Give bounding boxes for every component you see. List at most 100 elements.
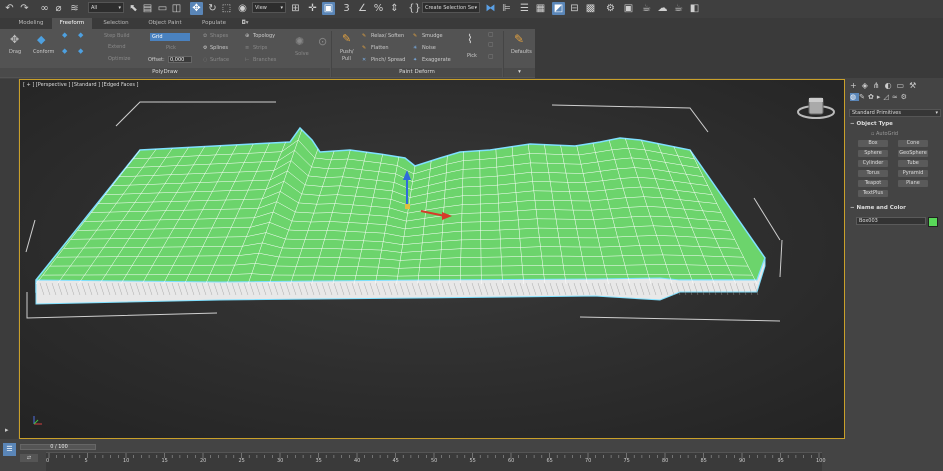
helpers-icon[interactable]: ◿: [883, 93, 891, 101]
add-deform-icon[interactable]: ▢: [488, 31, 494, 38]
branches-icon[interactable]: ⊢: [245, 57, 249, 63]
viewport-label[interactable]: [ + ] [Perspective ] [Standard ] [Edged …: [23, 82, 138, 88]
draw-on-dropdown[interactable]: Grid: [150, 33, 190, 41]
defaults-button[interactable]: Defaults: [511, 49, 532, 55]
smudge-button[interactable]: Smudge: [422, 33, 443, 39]
conform-brush-icon[interactable]: ◆: [62, 31, 67, 39]
expand-viewport-layout-icon[interactable]: ▸: [5, 426, 9, 434]
push-pull-icon[interactable]: ✎: [342, 32, 351, 45]
percent-snap-icon[interactable]: %: [372, 2, 385, 15]
motion-tab-icon[interactable]: ◐: [885, 81, 897, 90]
conform-label[interactable]: Conform: [33, 49, 54, 55]
link-icon[interactable]: ∞: [38, 2, 51, 15]
perspective-viewport[interactable]: [ + ] [Perspective ] [Standard ] [Edged …: [19, 79, 845, 439]
pick-deform-icon[interactable]: ⌇: [467, 32, 473, 46]
tab-options[interactable]: ◘▾: [238, 18, 252, 29]
utilities-tab-icon[interactable]: ⚒: [909, 81, 921, 90]
key-mode-icon[interactable]: ⇄: [20, 454, 38, 462]
plane-button[interactable]: Plane: [898, 180, 928, 187]
object-color-swatch[interactable]: [928, 217, 938, 227]
pick-deform-button[interactable]: Pick: [467, 53, 477, 59]
solve-button[interactable]: Solve: [295, 51, 309, 57]
create-tab-icon[interactable]: +: [850, 81, 862, 90]
render-cloud-icon[interactable]: ☁: [656, 2, 669, 15]
flatten-icon[interactable]: ✎: [362, 45, 366, 51]
create-category-icons[interactable]: ◍✎✿▸◿≈⚙: [850, 93, 910, 101]
rendered-frame-icon[interactable]: ▣: [622, 2, 635, 15]
teapot-button[interactable]: Teapot: [858, 180, 888, 187]
tab-selection[interactable]: Selection: [96, 18, 136, 29]
strips-icon[interactable]: ≡: [245, 45, 249, 51]
strips-button[interactable]: Strips: [253, 45, 267, 51]
schematic-view-icon[interactable]: ⊟: [568, 2, 581, 15]
curve-editor-icon[interactable]: ◩: [552, 2, 565, 15]
tab-populate[interactable]: Populate: [194, 18, 234, 29]
defaults-icon[interactable]: ✎: [514, 32, 524, 46]
pinch-spread-icon[interactable]: ✕: [362, 57, 366, 63]
conform-icon[interactable]: ◆: [37, 33, 45, 46]
window-crossing-icon[interactable]: ◫: [170, 2, 183, 15]
rectangular-selection-icon[interactable]: ▭: [156, 2, 169, 15]
offset-spinner[interactable]: 0,000: [168, 56, 192, 63]
geometry-icon[interactable]: ◍: [850, 93, 860, 101]
selection-filter-dropdown[interactable]: All ▾: [88, 2, 124, 13]
ref-coord-dropdown[interactable]: View ▾: [252, 2, 286, 13]
systems-icon[interactable]: ⚙: [901, 93, 910, 101]
step-build-button[interactable]: Step Build: [104, 33, 130, 39]
material-editor-icon[interactable]: ▩: [584, 2, 597, 15]
box-button[interactable]: Box: [858, 140, 888, 147]
spacewarps-icon[interactable]: ≈: [892, 93, 901, 101]
display-tab-icon[interactable]: ▭: [897, 81, 910, 90]
drag-icon[interactable]: ✥: [10, 33, 19, 46]
object-type-rollout-header[interactable]: − Object Type: [850, 121, 893, 127]
noise-icon[interactable]: ✳: [413, 45, 417, 51]
pivot-center-icon[interactable]: ⊞: [289, 2, 302, 15]
keyboard-shortcut-icon[interactable]: ▣: [322, 2, 335, 15]
smudge-icon[interactable]: ✎: [413, 33, 417, 39]
select-and-place-icon[interactable]: ◉: [236, 2, 249, 15]
cone-button[interactable]: Cone: [898, 140, 928, 147]
revert-deform-icon[interactable]: ▢: [488, 53, 494, 60]
edit-named-selections-icon[interactable]: {}: [408, 2, 421, 15]
layer-explorer-icon[interactable]: ☰: [518, 2, 531, 15]
select-object-icon[interactable]: ⬉: [127, 2, 140, 15]
solve-icon[interactable]: ✺: [295, 35, 304, 48]
shapes-category-icon[interactable]: ✎: [859, 93, 868, 101]
new-object-icon[interactable]: ⊙: [318, 35, 327, 48]
hierarchy-tab-icon[interactable]: ⋔: [873, 81, 885, 90]
extend-button[interactable]: Extend: [108, 44, 126, 50]
unlink-icon[interactable]: ⌀: [52, 2, 65, 15]
redo-icon[interactable]: ↷: [18, 2, 31, 15]
viewport-canvas[interactable]: [20, 80, 844, 438]
push-pull-label-2[interactable]: Pull: [342, 56, 351, 62]
relax-soften-button[interactable]: Relax/ Soften: [371, 33, 404, 39]
conform-shift-icon[interactable]: ◆: [78, 47, 83, 55]
surface-icon[interactable]: ◌: [203, 57, 207, 63]
geosphere-button[interactable]: GeoSphere: [898, 150, 928, 157]
mini-listener-icon[interactable]: ☰: [3, 443, 16, 456]
optimize-button[interactable]: Optimize: [108, 56, 130, 62]
mirror-icon[interactable]: ⧓: [484, 2, 497, 15]
defaults-group-label[interactable]: ▾: [504, 68, 535, 77]
polydraw-group-label[interactable]: PolyDraw: [0, 68, 330, 77]
tube-button[interactable]: Tube: [898, 160, 928, 167]
tab-object-paint[interactable]: Object Paint: [142, 18, 188, 29]
select-and-move-icon[interactable]: ✥: [190, 2, 203, 15]
tab-freeform[interactable]: Freeform: [52, 18, 92, 29]
render-shade-icon[interactable]: ◧: [688, 2, 701, 15]
flatten-button[interactable]: Flatten: [371, 45, 389, 51]
render-setup-icon[interactable]: ⚙: [604, 2, 617, 15]
bind-spacewarp-icon[interactable]: ≋: [68, 2, 81, 15]
align-icon[interactable]: ⊫: [500, 2, 513, 15]
topology-button[interactable]: Topology: [253, 33, 275, 39]
noise-button[interactable]: Noise: [422, 45, 436, 51]
select-by-name-icon[interactable]: ▤: [141, 2, 154, 15]
primitive-type-dropdown[interactable]: Standard Primitives ▾: [849, 109, 941, 117]
push-pull-label-1[interactable]: Push/: [340, 49, 354, 55]
select-manipulate-icon[interactable]: ✛: [306, 2, 319, 15]
select-and-scale-icon[interactable]: ⬚: [220, 2, 233, 15]
name-color-rollout-header[interactable]: − Name and Color: [850, 205, 906, 211]
shapes-button[interactable]: Shapes: [210, 33, 228, 39]
cylinder-button[interactable]: Cylinder: [858, 160, 888, 167]
named-selection-dropdown[interactable]: Create Selection Se ▾: [422, 2, 480, 13]
